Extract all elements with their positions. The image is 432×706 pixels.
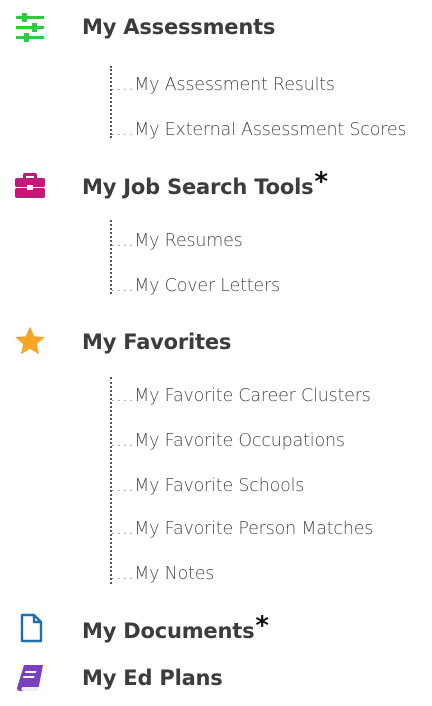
menu-item-external-assessment-scores[interactable]: ....My External Assessment Scores xyxy=(110,120,407,140)
section-title-documents[interactable]: My Documents* xyxy=(82,611,269,645)
menu-item-favorite-person-matches[interactable]: ....My Favorite Person Matches xyxy=(110,519,373,539)
book-icon xyxy=(17,665,43,691)
menu-item-favorite-career-clusters[interactable]: ....My Favorite Career Clusters xyxy=(110,386,371,406)
menu-item-favorite-occupations[interactable]: ....My Favorite Occupations xyxy=(110,431,345,451)
menu-item-notes[interactable]: ....My Notes xyxy=(110,564,214,584)
sliders-icon xyxy=(16,13,44,42)
document-icon xyxy=(20,613,43,643)
menu-item-resumes[interactable]: ....My Resumes xyxy=(110,231,243,251)
required-marker: * xyxy=(255,611,269,641)
briefcase-icon xyxy=(15,173,45,198)
section-title-favorites[interactable]: My Favorites xyxy=(82,330,231,354)
menu-item-favorite-schools[interactable]: ....My Favorite Schools xyxy=(110,476,304,496)
section-title-ed-plans[interactable]: My Ed Plans xyxy=(82,666,223,690)
section-title-assessments[interactable]: My Assessments xyxy=(82,15,275,39)
star-icon xyxy=(15,326,45,355)
required-marker: * xyxy=(314,167,328,197)
section-title-job-search-tools[interactable]: My Job Search Tools* xyxy=(82,167,328,201)
menu-item-cover-letters[interactable]: ....My Cover Letters xyxy=(110,276,280,296)
menu-item-assessment-results[interactable]: ....My Assessment Results xyxy=(110,75,335,95)
